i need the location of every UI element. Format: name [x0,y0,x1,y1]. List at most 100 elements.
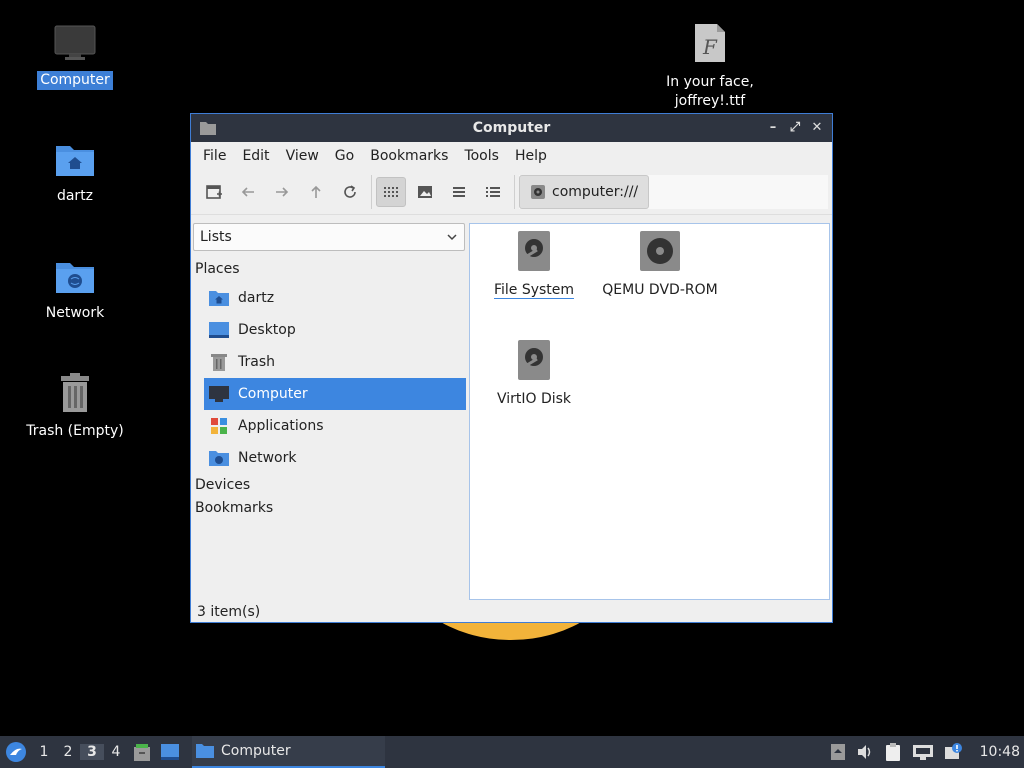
icon-view-button[interactable] [376,177,406,207]
clipboard-icon[interactable] [884,742,902,762]
thumbnail-view-button[interactable] [410,177,440,207]
close-button[interactable]: ✕ [808,118,826,136]
drive-icon [531,185,545,199]
sidebar-item-applications[interactable]: Applications [204,410,466,442]
reload-icon [344,185,356,198]
desktop-icon-home[interactable]: dartz [20,140,130,206]
toolbar: computer:/// [191,170,832,215]
sidebar-item-trash[interactable]: Trash [204,346,466,378]
desktop-icon [161,744,179,760]
new-tab-button[interactable] [199,177,229,207]
computer-icon [209,386,229,402]
menu-file[interactable]: File [195,148,234,164]
chevron-down-icon [447,234,457,241]
menu-go[interactable]: Go [327,148,362,164]
folder-item-label: VirtIO Disk [496,391,572,407]
detailed-view-button[interactable] [478,177,508,207]
desktop-icon-label: Trash (Empty) [26,423,124,439]
home-folder-icon [20,140,130,183]
folder-item-label: QEMU DVD-ROM [602,282,718,298]
side-pane-mode-value: Lists [200,229,232,245]
menu-help[interactable]: Help [507,148,555,164]
back-button[interactable] [233,177,263,207]
toolbar-separator [371,175,372,209]
start-menu-button[interactable] [0,741,32,763]
maximize-button[interactable]: ⤢ [786,118,804,136]
devices-header[interactable]: Devices [195,477,250,493]
sidebar-item-label: Desktop [238,322,296,338]
back-icon [241,187,254,197]
folder-item-label: File System [493,282,575,299]
bookmarks-header[interactable]: Bookmarks [195,500,273,516]
desktop-icon-font-file[interactable]: F In your face, joffrey!.ttf [655,22,765,111]
file-manager-launcher[interactable] [128,742,156,762]
sidebar-item-dartz[interactable]: dartz [204,282,466,314]
compact-view-button[interactable] [444,177,474,207]
desktop-icon [209,322,229,338]
sidebar-item-network[interactable]: Network [204,442,466,474]
workspace-2[interactable]: 2 [56,744,80,760]
status-bar: 3 item(s) [197,604,261,620]
side-pane-mode-select[interactable]: Lists [193,223,465,251]
folder-item-virtio-disk[interactable]: VirtIO Disk [469,339,599,407]
desktop-icon-label: joffrey!.ttf [674,93,746,109]
minimize-button[interactable]: – [764,118,782,136]
menu-bookmarks[interactable]: Bookmarks [362,148,456,164]
file-cabinet-icon [134,744,150,761]
path-label: computer:/// [552,184,639,200]
desktop-icon-label: dartz [56,188,94,204]
task-label: Computer [221,743,291,759]
forward-icon [276,187,289,197]
path-bar: computer:/// [519,175,828,209]
desktop-icon-computer[interactable]: Computer [20,24,130,90]
workspace-4[interactable]: 4 [104,744,128,760]
workspace-1[interactable]: 1 [32,744,56,760]
drive-icon [469,339,599,385]
update-notification-icon[interactable] [944,743,964,761]
computer-icon [20,24,130,67]
sidebar-item-desktop[interactable]: Desktop [204,314,466,346]
sidebar-item-computer[interactable]: Computer [204,378,466,410]
window-titlebar[interactable]: Computer – ⤢ ✕ [191,114,832,142]
clock[interactable]: 10:48 [980,744,1020,760]
up-button[interactable] [301,177,331,207]
window-title: Computer [472,120,551,136]
network-folder-icon [209,451,229,466]
taskbar: 1 2 3 4 Computer 10:48 [0,736,1024,768]
workspace-3[interactable]: 3 [80,744,104,760]
trash-icon [20,373,130,418]
places-header[interactable]: Places [195,261,240,277]
folder-view[interactable]: File System QEMU DVD-ROM VirtIO Disk [469,223,830,600]
show-desktop-button[interactable] [156,743,184,761]
taskbar-task-computer[interactable]: Computer [192,736,385,768]
volume-icon[interactable] [856,743,874,761]
network-folder-icon [20,257,130,300]
drive-icon [469,230,599,276]
menubar: File Edit View Go Bookmarks Tools Help [191,142,832,170]
sidebar-item-label: Trash [238,354,275,370]
icon-view-icon [384,187,398,197]
up-icon [311,185,321,198]
trash-icon [211,354,227,371]
system-tray: 10:48 [830,736,1024,768]
reload-button[interactable] [335,177,365,207]
path-button-computer[interactable]: computer:/// [519,175,650,209]
toolbar-separator [514,175,515,209]
compact-view-icon [453,187,465,197]
side-pane: Lists Places dartz Desktop Trash Compute… [191,214,467,599]
menu-tools[interactable]: Tools [456,148,507,164]
tray-expand-icon[interactable] [830,743,846,761]
network-status-icon[interactable] [912,743,934,761]
sidebar-item-label: Network [238,450,297,466]
menu-view[interactable]: View [278,148,327,164]
desktop-icon-label: In your face, [666,74,754,90]
folder-item-file-system[interactable]: File System [469,230,599,299]
folder-item-qemu-dvd-rom[interactable]: QEMU DVD-ROM [595,230,725,298]
desktop-icon-trash[interactable]: Trash (Empty) [20,373,130,441]
menu-edit[interactable]: Edit [234,148,277,164]
forward-button[interactable] [267,177,297,207]
svg-text:F: F [702,35,718,59]
desktop-icon-network[interactable]: Network [20,257,130,323]
font-file-icon: F [655,22,765,69]
desktop-icon-label: Computer [37,71,113,90]
